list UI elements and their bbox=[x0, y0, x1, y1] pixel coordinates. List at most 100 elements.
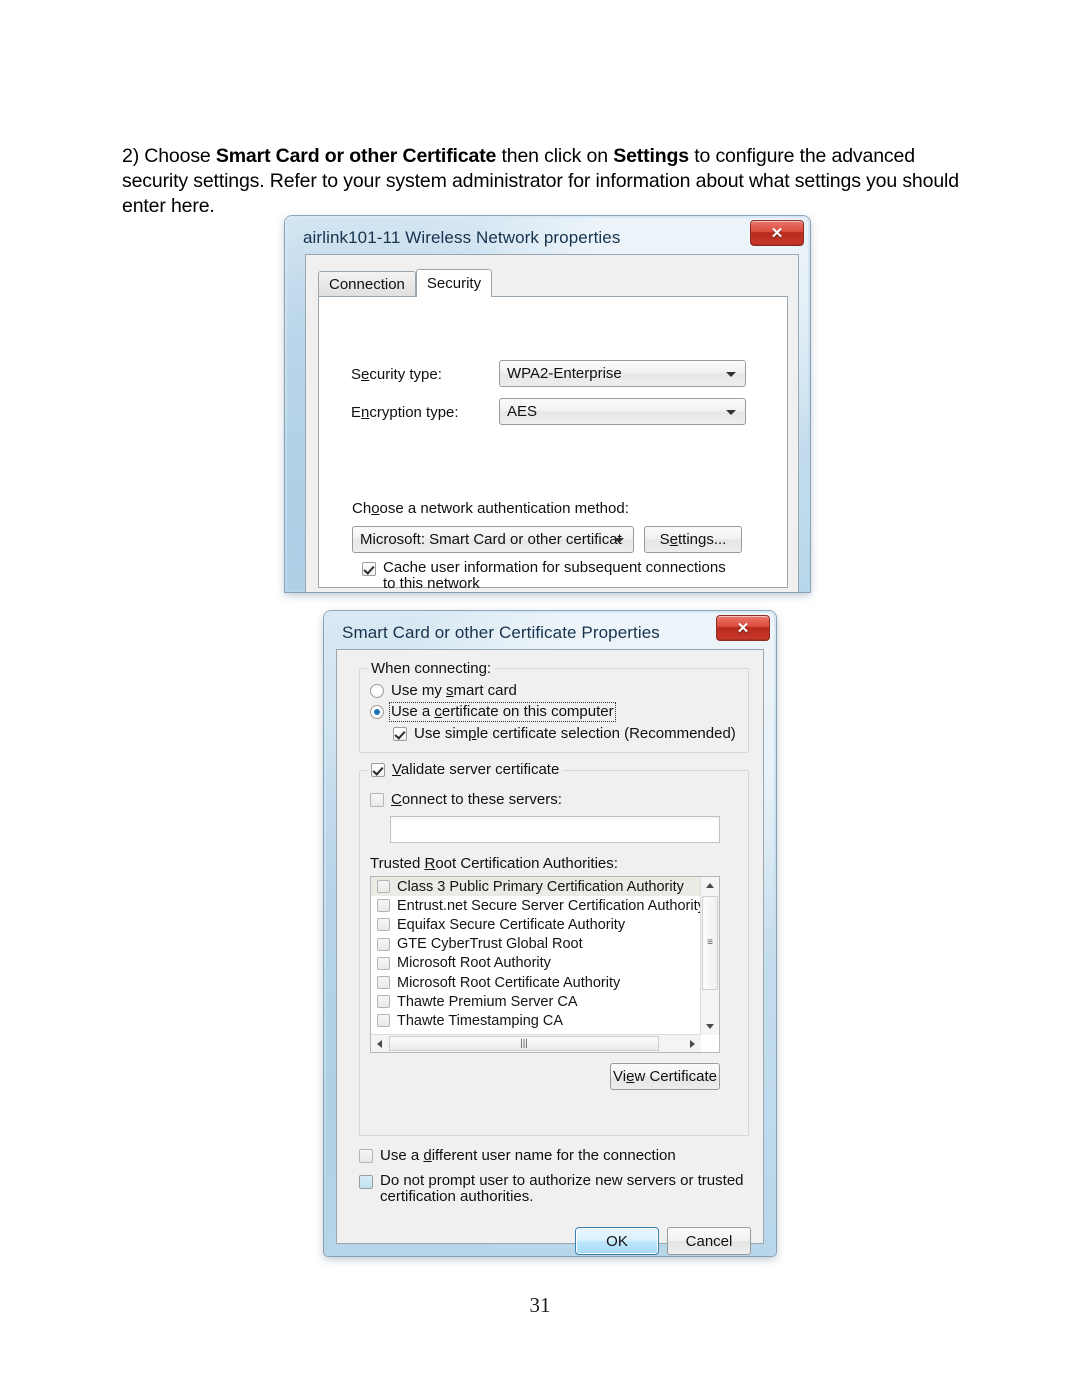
wireless-dialog-title-bar: airlink101-11 Wireless Network propertie… bbox=[291, 220, 805, 254]
security-tab-panel: Security type: WPA2-Enterprise Encryptio… bbox=[318, 296, 788, 592]
security-type-value: WPA2-Enterprise bbox=[507, 365, 622, 382]
list-item-checkbox[interactable] bbox=[377, 976, 390, 990]
checkbox-validate-server-certificate[interactable] bbox=[371, 763, 385, 777]
instruction-bold-smart-card: Smart Card or other Certificate bbox=[215, 144, 497, 167]
close-icon[interactable]: ✕ bbox=[750, 220, 804, 246]
wireless-dialog-title: airlink101-11 Wireless Network propertie… bbox=[303, 227, 621, 247]
cert-dialog-client-area: When connecting: Use my smart card Use a… bbox=[336, 649, 764, 1255]
do-not-prompt-line2: certification authorities. bbox=[380, 1188, 534, 1205]
list-item-label: GTE CyberTrust Global Root bbox=[397, 936, 583, 953]
view-certificate-button-label: View Certificate bbox=[613, 1068, 717, 1085]
checkbox-do-not-prompt-row[interactable]: Do not prompt user to authorize new serv… bbox=[359, 1173, 749, 1205]
when-connecting-label: When connecting: bbox=[367, 660, 496, 677]
checkbox-different-username-row[interactable]: Use a different user name for the connec… bbox=[359, 1148, 676, 1164]
list-item-checkbox[interactable] bbox=[377, 918, 390, 932]
checkbox-do-not-prompt-user-label: Do not prompt user to authorize new serv… bbox=[380, 1173, 744, 1205]
list-item[interactable]: Class 3 Public Primary Certification Aut… bbox=[371, 877, 700, 897]
servers-input[interactable] bbox=[390, 816, 720, 843]
encryption-type-label: Encryption type: bbox=[351, 404, 459, 421]
list-item-label: Microsoft Root Authority bbox=[397, 955, 551, 972]
list-item[interactable]: Entrust.net Secure Server Certification … bbox=[371, 896, 705, 915]
ok-button-label: OK bbox=[606, 1232, 628, 1250]
tab-security-label: Security bbox=[426, 275, 482, 292]
auth-method-label: Choose a network authentication method: bbox=[352, 500, 629, 517]
cache-user-info-line2: to this network bbox=[383, 575, 480, 592]
listbox-horizontal-scrollbar[interactable]: ||| bbox=[371, 1034, 701, 1052]
hscroll-thumb-grip: ||| bbox=[520, 1037, 528, 1049]
cache-user-info-checkbox-row[interactable]: Cache user information for subsequent co… bbox=[362, 560, 762, 592]
list-item-label: Thawte Premium Server CA bbox=[397, 993, 578, 1010]
cert-dialog-title-bar: Smart Card or other Certificate Properti… bbox=[330, 615, 771, 649]
do-not-prompt-line1: Do not prompt user to authorize new serv… bbox=[380, 1172, 744, 1189]
ok-button[interactable]: OK bbox=[575, 1227, 659, 1255]
list-item-label: Entrust.net Secure Server Certification … bbox=[397, 897, 705, 914]
list-item[interactable]: Thawte Premium Server CA bbox=[371, 992, 700, 1011]
list-item[interactable]: Microsoft Root Certificate Authority bbox=[371, 973, 700, 992]
trusted-root-label: Trusted Root Certification Authorities: bbox=[370, 855, 618, 872]
security-type-label: Security type: bbox=[351, 366, 442, 383]
cert-dialog-title: Smart Card or other Certificate Properti… bbox=[342, 622, 660, 642]
cancel-button-label: Cancel bbox=[685, 1232, 733, 1250]
encryption-type-combobox[interactable]: AES bbox=[499, 398, 746, 425]
auth-method-combobox[interactable]: Microsoft: Smart Card or other certifica… bbox=[352, 526, 634, 553]
wireless-tabstrip: Connection Security bbox=[318, 269, 493, 297]
radio-use-my-smart-card[interactable] bbox=[370, 684, 384, 698]
checkbox-validate-server-row[interactable]: Validate server certificate bbox=[367, 761, 564, 778]
list-item-checkbox[interactable] bbox=[377, 995, 390, 1009]
checkbox-simple-certificate-selection-label: Use simple certificate selection (Recomm… bbox=[414, 725, 736, 742]
cancel-button[interactable]: Cancel bbox=[667, 1227, 751, 1255]
horizontal-scroll-thumb[interactable]: ||| bbox=[389, 1036, 659, 1051]
scroll-up-icon[interactable] bbox=[701, 877, 718, 894]
settings-button[interactable]: Settings... bbox=[644, 526, 742, 553]
list-item-checkbox[interactable] bbox=[377, 937, 390, 951]
scroll-right-icon[interactable] bbox=[684, 1035, 701, 1052]
checkbox-connect-to-these-servers[interactable] bbox=[370, 793, 384, 807]
settings-button-label: Settings... bbox=[659, 531, 727, 548]
checkbox-simple-certificate-selection[interactable] bbox=[393, 727, 407, 741]
scroll-down-icon[interactable] bbox=[701, 1018, 718, 1035]
trusted-root-listbox[interactable]: Class 3 Public Primary Certification Aut… bbox=[370, 876, 720, 1053]
list-item[interactable]: GTE CyberTrust Global Root bbox=[371, 935, 700, 954]
radio-certificate-row[interactable]: Use a certificate on this computer bbox=[370, 702, 616, 722]
page-number: 31 bbox=[529, 1293, 551, 1317]
security-type-combobox[interactable]: WPA2-Enterprise bbox=[499, 360, 746, 387]
checkbox-simple-selection-row[interactable]: Use simple certificate selection (Recomm… bbox=[393, 726, 736, 742]
encryption-type-value: AES bbox=[507, 403, 538, 420]
list-item[interactable]: Microsoft Root Authority bbox=[371, 954, 700, 973]
view-certificate-button[interactable]: View Certificate bbox=[610, 1063, 720, 1090]
checkbox-connect-servers-row[interactable]: Connect to these servers: bbox=[370, 792, 562, 808]
close-glyph: ✕ bbox=[770, 224, 784, 242]
chevron-down-icon bbox=[726, 409, 736, 415]
radio-use-certificate-on-computer[interactable] bbox=[370, 705, 384, 719]
checkbox-do-not-prompt-user[interactable] bbox=[359, 1175, 373, 1189]
vertical-scroll-thumb[interactable]: ≡ bbox=[702, 896, 718, 990]
checkbox-use-different-username[interactable] bbox=[359, 1149, 373, 1163]
list-item-checkbox[interactable] bbox=[377, 899, 390, 913]
instruction-step-prefix: 2) Choose bbox=[122, 144, 216, 167]
tab-connection[interactable]: Connection bbox=[318, 271, 416, 296]
auth-method-value: Microsoft: Smart Card or other certifica… bbox=[360, 531, 622, 548]
scroll-thumb-grip: ≡ bbox=[707, 937, 713, 948]
scroll-left-icon[interactable] bbox=[371, 1035, 388, 1052]
list-item[interactable]: Thawte Timestamping CA bbox=[371, 1011, 700, 1030]
cache-user-info-line1: Cache user information for subsequent co… bbox=[383, 559, 726, 576]
trusted-root-list-items: Class 3 Public Primary Certification Aut… bbox=[371, 877, 705, 1031]
instruction-paragraph: 2) Choose Smart Card or other Certificat… bbox=[122, 144, 970, 219]
radio-smart-card-row[interactable]: Use my smart card bbox=[370, 683, 517, 699]
cache-user-info-checkbox[interactable] bbox=[362, 562, 376, 576]
instruction-mid-text: then click on bbox=[496, 144, 614, 167]
checkbox-use-different-username-label: Use a different user name for the connec… bbox=[380, 1147, 676, 1164]
list-item[interactable]: Equifax Secure Certificate Authority bbox=[371, 915, 700, 934]
listbox-vertical-scrollbar[interactable]: ≡ bbox=[700, 877, 719, 1035]
list-item-checkbox[interactable] bbox=[377, 880, 390, 894]
radio-use-my-smart-card-label: Use my smart card bbox=[391, 682, 517, 699]
smart-card-certificate-properties-window: Smart Card or other Certificate Properti… bbox=[324, 611, 776, 1256]
wireless-dialog-client-area: Connection Security Security type: WPA2-… bbox=[305, 254, 799, 592]
list-item-checkbox[interactable] bbox=[377, 956, 390, 970]
wireless-network-properties-window: airlink101-11 Wireless Network propertie… bbox=[285, 216, 810, 592]
close-icon[interactable]: ✕ bbox=[716, 615, 770, 641]
tab-security[interactable]: Security bbox=[415, 269, 493, 297]
chevron-down-icon bbox=[614, 537, 624, 543]
list-item-checkbox[interactable] bbox=[377, 1014, 390, 1028]
checkbox-validate-server-certificate-label: Validate server certificate bbox=[392, 761, 560, 778]
